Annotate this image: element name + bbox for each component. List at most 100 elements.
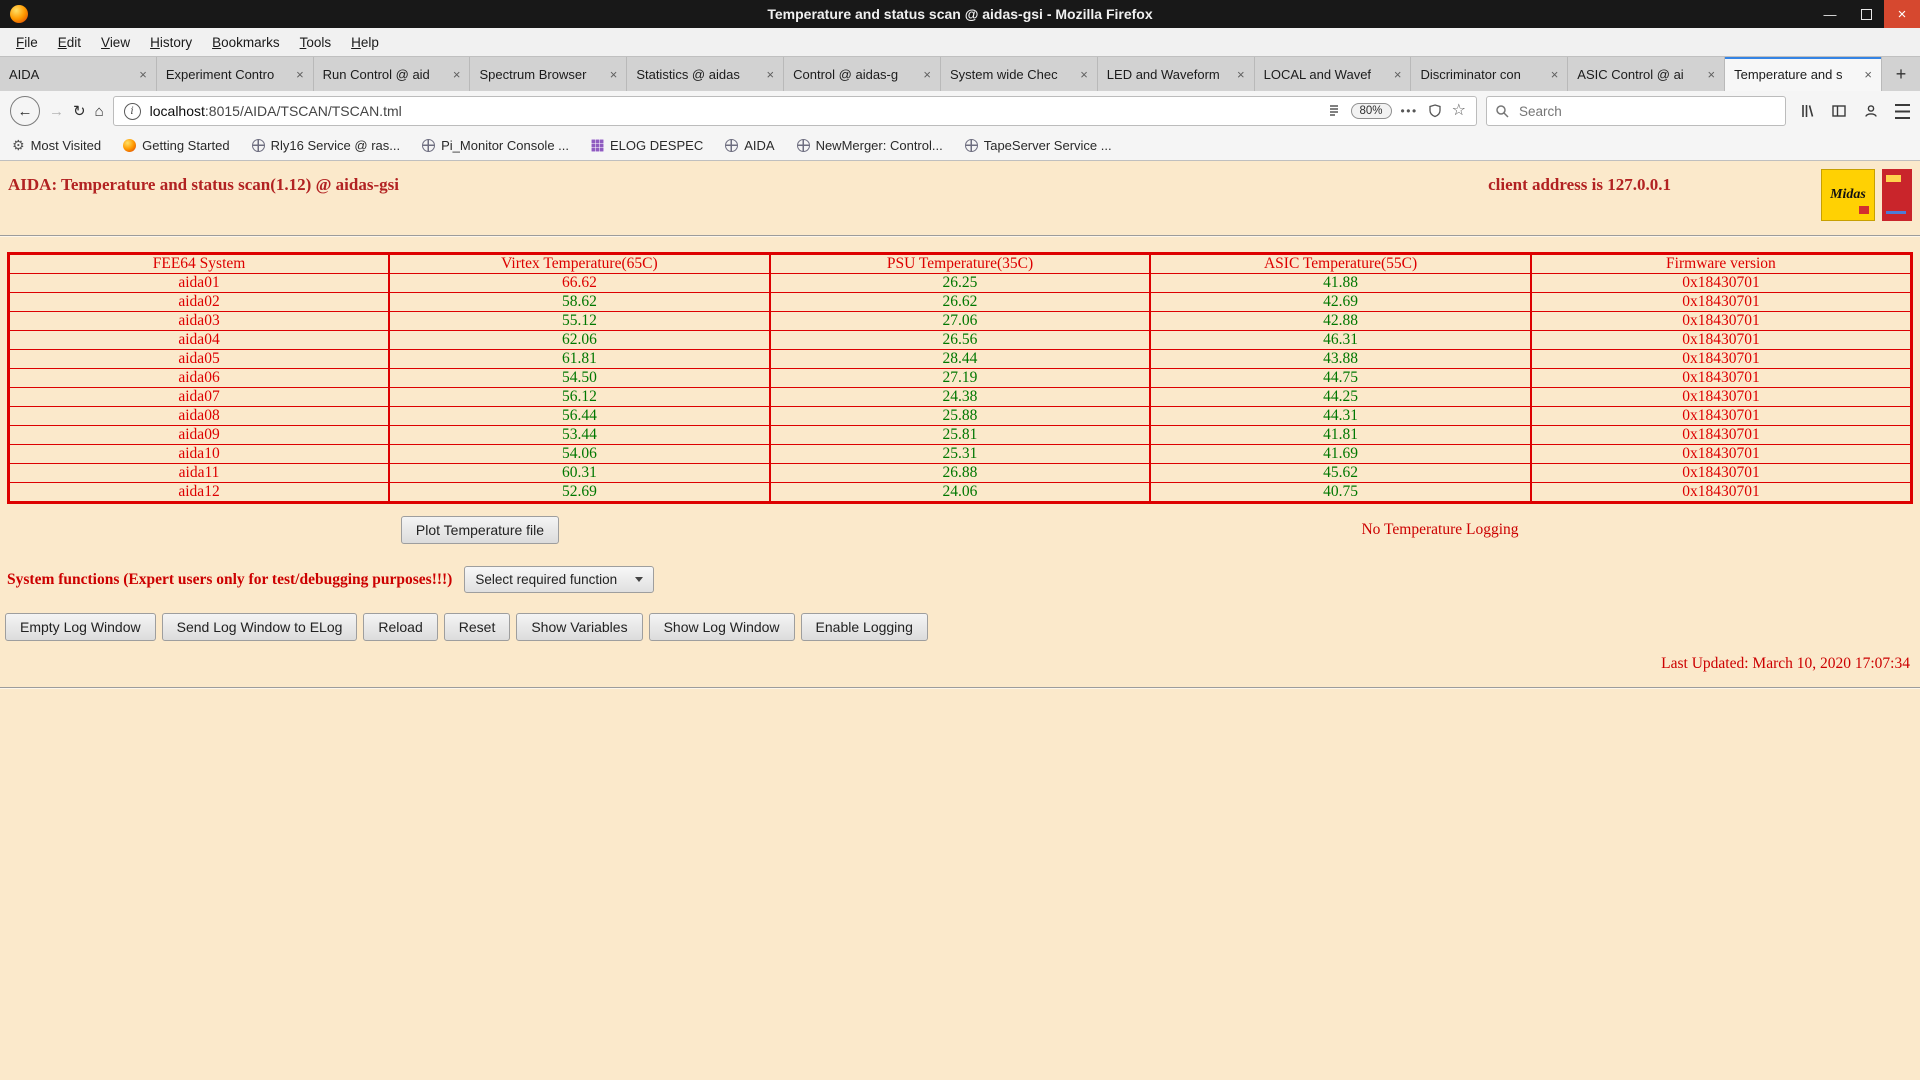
psu-temp-cell: 25.81 [770,426,1151,445]
fee64-name-cell: aida10 [9,445,390,464]
bookmark-item[interactable]: Pi_Monitor Console ... [422,138,569,153]
tab-label: LED and Waveform [1107,67,1231,82]
browser-tab[interactable]: System wide Chec × [941,57,1098,91]
action-button[interactable]: Reload [363,613,437,641]
menu-item[interactable]: Tools [290,35,342,50]
account-icon[interactable] [1863,103,1879,119]
fee64-name-cell: aida07 [9,388,390,407]
action-button[interactable]: Reset [444,613,511,641]
asic-temp-cell: 44.75 [1150,369,1531,388]
virtex-temp-cell: 54.06 [389,445,770,464]
bookmark-item[interactable]: Rly16 Service @ ras... [252,138,401,153]
tab-close-icon[interactable]: × [1080,67,1088,82]
tab-label: Discriminator con [1420,67,1544,82]
asic-temp-cell: 44.31 [1150,407,1531,426]
menu-item[interactable]: Help [341,35,389,50]
table-row: aida03 55.12 27.06 42.88 0x18430701 [9,312,1912,331]
table-row: aida05 61.81 28.44 43.88 0x18430701 [9,350,1912,369]
url-host: localhost [150,103,205,119]
action-button[interactable]: Enable Logging [801,613,928,641]
url-bar[interactable]: i localhost:8015/AIDA/TSCAN/TSCAN.tml 80… [113,96,1477,126]
reload-button[interactable]: ↻ [73,102,86,120]
tab-close-icon[interactable]: × [923,67,931,82]
column-header: PSU Temperature(35C) [770,254,1151,274]
search-bar[interactable] [1486,96,1786,126]
tab-close-icon[interactable]: × [610,67,618,82]
globe-icon [797,139,810,152]
browser-tab[interactable]: ASIC Control @ ai × [1568,57,1725,91]
page-actions-icon[interactable]: ••• [1401,104,1418,118]
maximize-button[interactable] [1848,0,1884,28]
shield-icon[interactable] [1427,103,1443,119]
page-title: AIDA: Temperature and status scan(1.12) … [8,175,399,195]
url-path: :8015/AIDA/TSCAN/TSCAN.tml [205,103,402,119]
menu-item[interactable]: File [6,35,48,50]
browser-tab[interactable]: Discriminator con × [1411,57,1568,91]
reader-mode-icon[interactable] [1326,103,1342,119]
browser-tab[interactable]: Run Control @ aid × [314,57,471,91]
action-button[interactable]: Empty Log Window [5,613,156,641]
site-info-icon[interactable]: i [124,103,141,120]
firmware-cell: 0x18430701 [1531,483,1912,503]
browser-tab[interactable]: Spectrum Browser × [470,57,627,91]
tab-label: AIDA [9,67,133,82]
tab-close-icon[interactable]: × [1237,67,1245,82]
fee64-name-cell: aida05 [9,350,390,369]
action-button[interactable]: Show Log Window [649,613,795,641]
psu-temp-cell: 24.38 [770,388,1151,407]
forward-button[interactable]: → [49,103,64,120]
search-input[interactable] [1517,103,1777,120]
bookmark-item[interactable]: TapeServer Service ... [965,138,1112,153]
back-button[interactable]: ← [10,96,40,126]
menu-item[interactable]: View [91,35,140,50]
tab-close-icon[interactable]: × [767,67,775,82]
sidebar-icon[interactable] [1831,103,1847,119]
browser-tab[interactable]: AIDA × [0,57,157,91]
tab-close-icon[interactable]: × [453,67,461,82]
bookmark-item[interactable]: Most Visited [12,138,101,153]
bookmark-item[interactable]: ELOG DESPEC [591,138,703,153]
window-title: Temperature and status scan @ aidas-gsi … [767,6,1152,22]
library-icon[interactable] [1799,103,1815,119]
bookmark-star-icon[interactable]: ☆ [1452,103,1466,119]
menu-item[interactable]: Bookmarks [202,35,290,50]
bookmark-item[interactable]: AIDA [725,138,774,153]
bookmark-item[interactable]: Getting Started [123,138,229,153]
column-header: ASIC Temperature(55C) [1150,254,1531,274]
browser-tab[interactable]: LED and Waveform × [1098,57,1255,91]
plot-temperature-button[interactable]: Plot Temperature file [401,516,559,544]
zoom-level-badge[interactable]: 80% [1351,103,1392,119]
action-button[interactable]: Send Log Window to ELog [162,613,358,641]
hamburger-menu-icon[interactable] [1895,104,1910,119]
browser-tab[interactable]: Temperature and s × [1725,57,1882,91]
bookmark-item[interactable]: NewMerger: Control... [797,138,943,153]
fee64-name-cell: aida04 [9,331,390,350]
menu-item[interactable]: Edit [48,35,91,50]
tab-close-icon[interactable]: × [296,67,304,82]
tab-close-icon[interactable]: × [1551,67,1559,82]
virtex-temp-cell: 56.12 [389,388,770,407]
browser-tab[interactable]: Statistics @ aidas × [627,57,784,91]
action-button[interactable]: Show Variables [516,613,642,641]
midas-logo-text: Midas [1830,187,1866,203]
table-row: aida02 58.62 26.62 42.69 0x18430701 [9,293,1912,312]
close-button[interactable]: × [1884,0,1920,28]
browser-tab[interactable]: Experiment Contro × [157,57,314,91]
menu-item[interactable]: History [140,35,202,50]
system-functions-row: System functions (Expert users only for … [7,566,1920,593]
facility-logo[interactable] [1882,169,1912,221]
tab-close-icon[interactable]: × [1864,67,1872,82]
table-row: aida12 52.69 24.06 40.75 0x18430701 [9,483,1912,503]
home-button[interactable]: ⌂ [95,103,104,120]
browser-tab[interactable]: Control @ aidas-g × [784,57,941,91]
tab-close-icon[interactable]: × [139,67,147,82]
midas-logo[interactable]: Midas [1821,169,1875,221]
tab-close-icon[interactable]: × [1394,67,1402,82]
browser-tab[interactable]: LOCAL and Wavef × [1255,57,1412,91]
tab-close-icon[interactable]: × [1708,67,1716,82]
minimize-button[interactable]: — [1812,0,1848,28]
function-select[interactable]: Select required function [464,566,654,593]
temperature-table-body: aida01 66.62 26.25 41.88 0x18430701 aida… [9,274,1912,503]
new-tab-button[interactable]: + [1882,57,1920,91]
table-row: aida01 66.62 26.25 41.88 0x18430701 [9,274,1912,293]
